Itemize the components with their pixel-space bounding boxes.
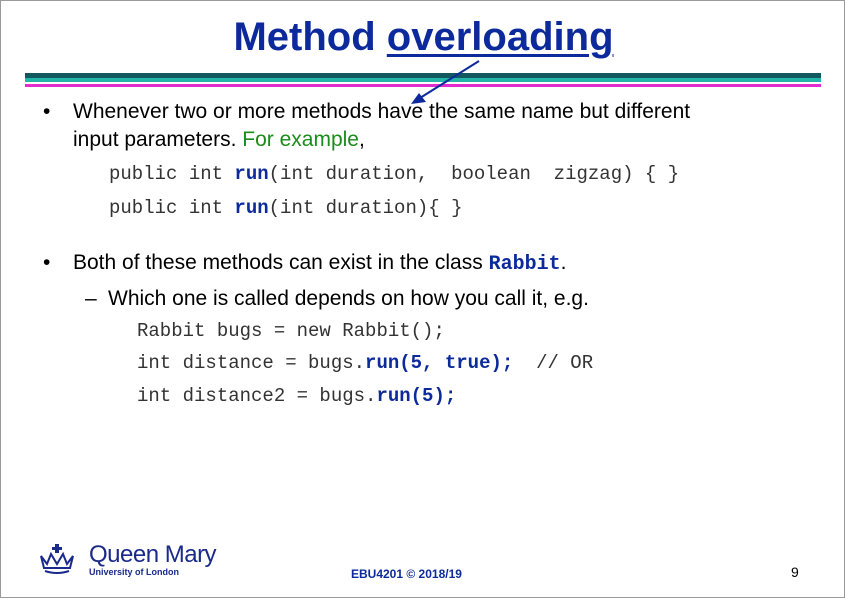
code-line: public int run(int duration){ } <box>109 197 462 219</box>
sub-bullet-text: Which one is called depends on how you c… <box>108 287 589 310</box>
bullet1-green-text: For example <box>242 128 359 151</box>
code-pre: int distance2 = bugs. <box>137 385 377 407</box>
slide: Method overloading • Whenever two or mor… <box>0 0 845 598</box>
org-name: Queen Mary <box>89 541 217 568</box>
code-line: Rabbit bugs = new Rabbit(); <box>137 320 445 342</box>
divider-magenta <box>25 84 821 87</box>
code-line: int distance2 = bugs.run(5); <box>137 385 456 407</box>
code-pre: public int <box>109 197 235 219</box>
bullet-dot-icon: • <box>43 251 51 274</box>
code-keyword: run(5, true); <box>365 352 514 374</box>
title-underlined: overloading <box>386 15 614 59</box>
bullet2-text: Both of these methods can exist in the c… <box>73 251 489 274</box>
bullet1-line2: input parameters. For example, <box>73 128 365 152</box>
code-keyword: run <box>234 197 269 219</box>
code-line: int distance = bugs.run(5, true); // OR <box>137 352 593 374</box>
code-pre: int distance = bugs. <box>137 352 366 374</box>
org-subtitle: University of London <box>89 567 179 577</box>
code-post: // OR <box>513 352 594 374</box>
code-keyword: run(5); <box>376 385 457 407</box>
code-post: (int duration){ } <box>268 197 463 219</box>
code-keyword: run <box>234 163 269 185</box>
sub-bullet-dash: – <box>85 287 97 310</box>
bullet1-line1: Whenever two or more methods have the sa… <box>73 100 691 123</box>
code-post: (int duration, boolean zigzag) { } <box>268 163 680 185</box>
slide-title: Method overloading <box>1 7 845 67</box>
code-pre: public int <box>109 163 235 185</box>
class-name: Rabbit <box>488 253 561 276</box>
crown-crest-icon <box>40 544 74 574</box>
bullet2-end: . <box>560 251 567 274</box>
page-number: 9 <box>791 564 799 580</box>
divider-teal <box>25 78 821 82</box>
bullet1-line2-text: input parameters. <box>73 128 243 151</box>
bullet2-line: Both of these methods can exist in the c… <box>73 251 566 276</box>
bullet-dot-icon: • <box>43 100 51 123</box>
bullet1-line2-end: , <box>358 128 365 151</box>
code-line: public int run(int duration, boolean zig… <box>109 163 679 185</box>
course-footer: EBU4201 © 2018/19 <box>351 567 462 581</box>
title-prefix: Method <box>233 15 387 59</box>
